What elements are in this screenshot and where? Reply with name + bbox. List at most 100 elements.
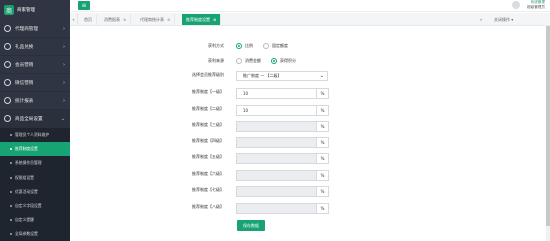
page-scrollbar[interactable] <box>546 26 550 241</box>
level-row-4: 推荐制度【四级】 % <box>76 137 550 149</box>
sidebar-item-gift[interactable]: 礼品兑换 › <box>0 38 70 56</box>
sidebar-subitem-operators[interactable]: 系统操作员管理 <box>0 156 70 170</box>
sidebar-subitem-promotions[interactable]: 优惠活动设置 <box>0 185 70 199</box>
tab-consumption-report[interactable]: 消费报表 ⊗ <box>100 14 132 25</box>
level-6-input[interactable] <box>236 170 317 181</box>
level-label: 推荐制度【八级】 <box>192 204 224 209</box>
sidebar-subitem-permissions[interactable]: 权限组设置 <box>0 171 70 185</box>
chevron-down-icon: ⌄ <box>60 115 65 122</box>
percent-addon: % <box>317 105 329 116</box>
radio-unchecked-icon[interactable] <box>263 43 269 49</box>
chevron-right-icon: › <box>63 25 65 32</box>
radio-label: 获得积分 <box>280 58 296 63</box>
level-row-5: 推荐制度【五级】 % <box>76 153 550 165</box>
percent-addon: % <box>317 121 329 132</box>
level-row-3: 推荐制度【三级】 % <box>76 121 550 133</box>
level-select[interactable]: 推广制度 — 【二级】 ⌄ <box>236 71 328 81</box>
sidebar-item-reports[interactable]: 统计报表 › <box>0 92 70 110</box>
page-tabs: « 首页 消费报表 ⊗ 代理商统计表 ⊗ 推荐制度设置 ⊗ » 关闭操作 ▾ <box>70 13 550 26</box>
level-label: 推荐制度【六级】 <box>192 171 224 176</box>
profit-source-option-amount[interactable]: 消费金额 <box>236 58 261 64</box>
menu-toggle-button[interactable]: ≡ <box>78 1 90 10</box>
tab-home[interactable]: 首页 <box>80 14 97 25</box>
percent-addon: % <box>317 203 329 214</box>
avatar[interactable] <box>512 1 520 9</box>
level-4-input[interactable] <box>236 137 317 148</box>
tab-scroll-left-button[interactable]: « <box>70 13 78 26</box>
profit-source-option-points[interactable]: 获得积分 <box>271 58 296 64</box>
profit-source-radios: 消费金额 获得积分 <box>236 58 306 64</box>
sidebar-item-wechat[interactable]: 微信营销 › <box>0 74 70 92</box>
sidebar-subitem-profile[interactable]: 管理员个人资料维护 <box>0 128 70 142</box>
brand-logo-icon: 商 <box>4 5 14 15</box>
percent-addon: % <box>317 88 329 99</box>
sidebar-item-global-settings[interactable]: 商品全局设置 ⌄ <box>0 110 70 128</box>
level-row-8: 推荐制度【八级】 % <box>76 203 550 215</box>
radio-checked-icon[interactable] <box>271 58 277 64</box>
radio-unchecked-icon[interactable] <box>236 58 242 64</box>
level-8-input[interactable] <box>236 203 317 214</box>
level-select-label: 选择会员推荐级别 <box>192 72 224 77</box>
sidebar-subitem-reminders[interactable]: 自定义提醒 <box>0 213 70 227</box>
level-1-input[interactable]: 10 <box>236 88 317 99</box>
profit-mode-option-ratio[interactable]: 比例 <box>236 43 253 49</box>
scrollbar-thumb[interactable] <box>546 26 550 226</box>
chevron-right-icon: › <box>63 79 65 86</box>
close-icon[interactable]: ⊗ <box>167 17 170 22</box>
tab-label: 推荐制度设置 <box>186 16 210 22</box>
level-select-value: 推广制度 — 【二级】 <box>243 73 282 78</box>
level-row-1: 推荐制度【一级】 10 % <box>76 88 550 100</box>
sidebar-subitem-global-params[interactable]: 全局参数设置 <box>0 227 70 241</box>
agent-icon <box>4 25 11 32</box>
chart-icon <box>4 97 11 104</box>
radio-label: 比例 <box>245 43 253 48</box>
sidebar-subitem-referral[interactable]: 推荐制度设置 <box>0 142 70 157</box>
sidebar-item-label: 代理商管理 <box>15 26 38 32</box>
level-2-input[interactable]: 10 <box>236 105 317 116</box>
level-5-input[interactable] <box>236 153 317 164</box>
level-row-6: 推荐制度【六级】 % <box>76 170 550 182</box>
tab-scroll-right-button[interactable]: » <box>480 13 482 26</box>
close-icon[interactable]: ⊗ <box>123 17 126 22</box>
tab-agent-stats[interactable]: 代理商统计表 ⊗ <box>136 14 176 25</box>
level-label: 推荐制度【七级】 <box>192 187 224 192</box>
chevron-down-icon: ⌄ <box>319 73 324 79</box>
profit-source-row: 获利来源 消费金额 获得积分 <box>76 57 550 69</box>
save-button[interactable]: 保存数据 <box>237 220 265 231</box>
level-row-7: 推荐制度【七级】 % <box>76 186 550 198</box>
sidebar-item-label: 礼品兑换 <box>15 44 34 50</box>
tab-referral-settings[interactable]: 推荐制度设置 ⊗ <box>182 14 222 25</box>
menu-icon: ≡ <box>81 2 87 9</box>
sidebar-item-label: 商品全局设置 <box>15 116 43 122</box>
level-7-input[interactable] <box>236 186 317 197</box>
profit-mode-row: 获利方式 比例 固定额度 <box>76 42 550 54</box>
brand[interactable]: 商 商家管理 <box>0 0 70 20</box>
user-info[interactable]: 系统管理 超级管理员 <box>527 0 545 10</box>
profit-mode-label: 获利方式 <box>208 43 224 48</box>
user-role: 超级管理员 <box>527 5 545 9</box>
level-3-input[interactable] <box>236 121 317 132</box>
level-label: 推荐制度【二级】 <box>192 106 224 111</box>
topbar: ≡ 系统管理 超级管理员 <box>70 0 550 12</box>
close-operations-dropdown[interactable]: 关闭操作 ▾ <box>494 13 513 26</box>
sidebar-item-member-marketing[interactable]: 会员营销 › <box>0 56 70 74</box>
radio-label: 固定额度 <box>272 43 288 48</box>
percent-addon: % <box>317 153 329 164</box>
level-label: 推荐制度【四级】 <box>192 138 224 143</box>
close-icon[interactable]: ⊗ <box>213 17 216 22</box>
wechat-icon <box>4 79 11 86</box>
chevron-left-icon: « <box>72 17 75 22</box>
chevron-right-icon: › <box>63 43 65 50</box>
profit-source-label: 获利来源 <box>208 58 224 63</box>
sidebar-subitem-custom-fields[interactable]: 自定义字段设置 <box>0 199 70 213</box>
sidebar-item-label: 会员营销 <box>15 62 34 68</box>
chevron-right-icon: » <box>480 17 483 22</box>
level-select-row: 选择会员推荐级别 推广制度 — 【二级】 ⌄ <box>76 71 550 83</box>
level-label: 推荐制度【五级】 <box>192 154 224 159</box>
profit-mode-option-fixed[interactable]: 固定额度 <box>263 43 288 49</box>
level-label: 推荐制度【三级】 <box>192 122 224 127</box>
sidebar-item-agent[interactable]: 代理商管理 › <box>0 20 70 38</box>
radio-checked-icon[interactable] <box>236 43 242 49</box>
tab-label: 首页 <box>84 16 92 22</box>
referral-form: 获利方式 比例 固定额度 获利来源 消费金额 获得积分 选择会员推荐级别 推广制… <box>76 33 550 241</box>
